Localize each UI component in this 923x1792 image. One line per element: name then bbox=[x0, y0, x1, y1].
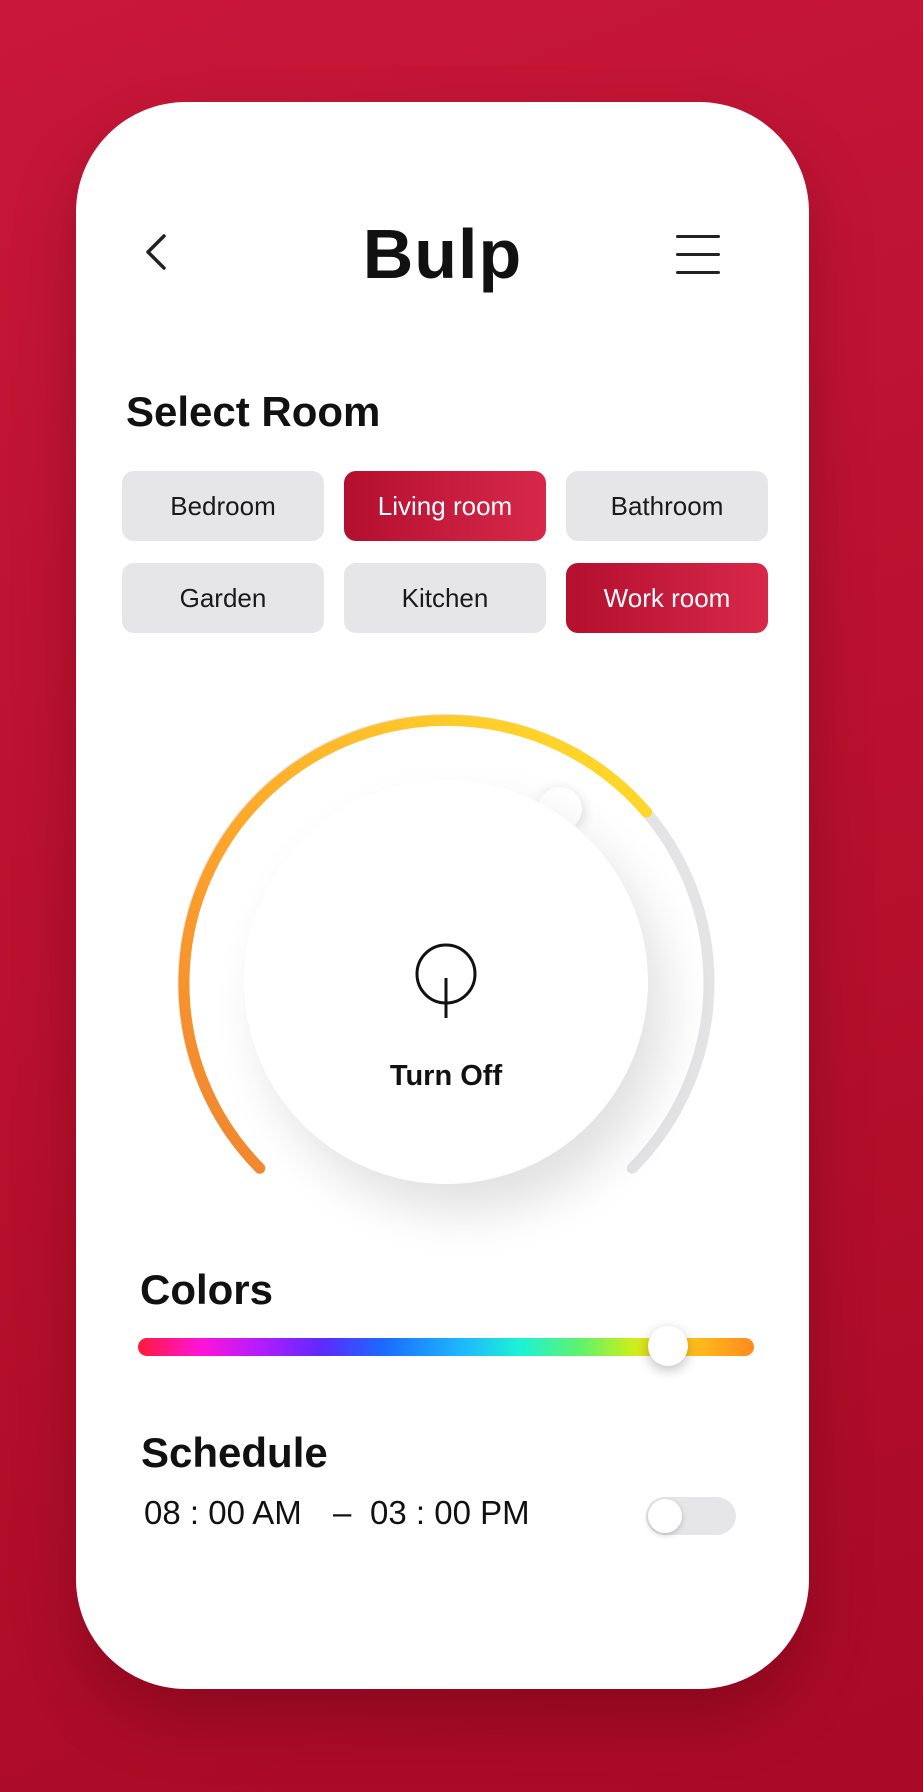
schedule-heading: Schedule bbox=[141, 1429, 328, 1476]
room-grid: Bedroom Living room Bathroom Garden Kitc… bbox=[122, 471, 768, 633]
power-icon bbox=[415, 943, 477, 1018]
room-living-room-button[interactable]: Living room bbox=[344, 471, 546, 541]
select-room-heading: Select Room bbox=[126, 388, 381, 435]
menu-button[interactable] bbox=[676, 235, 720, 275]
power-button[interactable] bbox=[414, 942, 478, 1022]
toggle-knob bbox=[648, 1499, 682, 1533]
schedule-separator: – bbox=[333, 1494, 352, 1531]
phone-screen: Bulp Select Room Bedroom Living room Bat… bbox=[76, 102, 809, 1689]
room-bedroom-button[interactable]: Bedroom bbox=[122, 471, 324, 541]
schedule-start-time[interactable]: 08 : 00 AM bbox=[144, 1494, 302, 1532]
room-work-room-button[interactable]: Work room bbox=[566, 563, 768, 633]
turn-off-label: Turn Off bbox=[389, 1060, 503, 1092]
schedule-toggle[interactable] bbox=[646, 1497, 736, 1535]
room-kitchen-button[interactable]: Kitchen bbox=[344, 563, 546, 633]
schedule-end-time[interactable]: 03 : 00 PM bbox=[370, 1494, 530, 1532]
room-bathroom-button[interactable]: Bathroom bbox=[566, 471, 768, 541]
room-garden-button[interactable]: Garden bbox=[122, 563, 324, 633]
colors-heading: Colors bbox=[140, 1266, 274, 1313]
color-slider-thumb[interactable] bbox=[648, 1326, 688, 1366]
hamburger-menu-icon bbox=[676, 235, 720, 238]
